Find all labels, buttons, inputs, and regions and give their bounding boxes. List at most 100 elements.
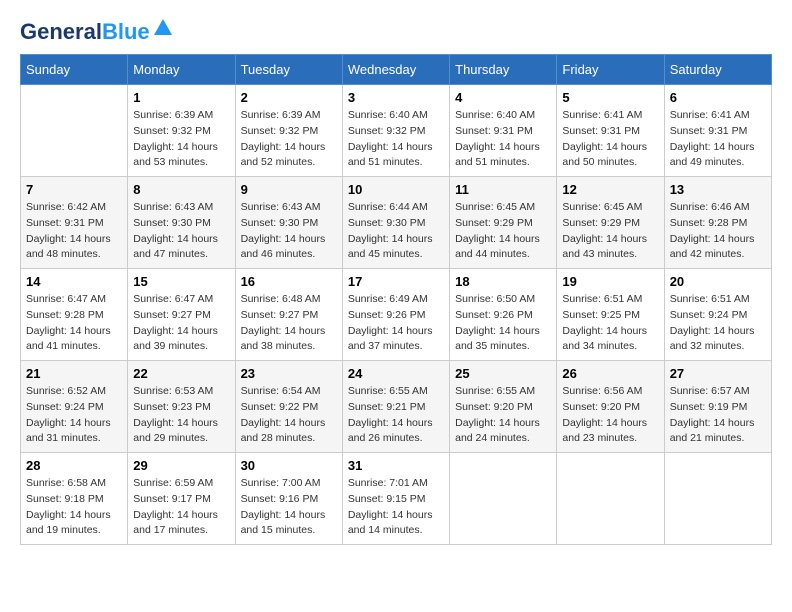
calendar-cell: 3Sunrise: 6:40 AMSunset: 9:32 PMDaylight… [342, 85, 449, 177]
day-info: Sunrise: 6:43 AMSunset: 9:30 PMDaylight:… [241, 200, 337, 263]
calendar-cell: 2Sunrise: 6:39 AMSunset: 9:32 PMDaylight… [235, 85, 342, 177]
header-day: Wednesday [342, 55, 449, 85]
day-number: 29 [133, 458, 229, 473]
logo-icon [152, 17, 174, 39]
day-info: Sunrise: 6:41 AMSunset: 9:31 PMDaylight:… [670, 108, 766, 171]
day-number: 23 [241, 366, 337, 381]
day-info: Sunrise: 6:49 AMSunset: 9:26 PMDaylight:… [348, 292, 444, 355]
day-info: Sunrise: 6:46 AMSunset: 9:28 PMDaylight:… [670, 200, 766, 263]
calendar-cell: 15 Sunrise: 6:47 AMSunset: 9:27 PMDayligh… [128, 269, 235, 361]
day-info: Sunrise: 7:00 AMSunset: 9:16 PMDaylight:… [241, 476, 337, 539]
calendar-cell: 4 Sunrise: 6:40 AMSunset: 9:31 PMDaylight… [450, 85, 557, 177]
logo-text: GeneralBlue [20, 20, 150, 44]
day-info: Sunrise: 6:48 AMSunset: 9:27 PMDaylight:… [241, 292, 337, 355]
day-info: Sunrise: 6:47 AMSunset: 9:28 PMDaylight:… [26, 292, 122, 355]
calendar-cell: 11Sunrise: 6:45 AMSunset: 9:29 PMDayligh… [450, 177, 557, 269]
day-info: Sunrise: 6:44 AMSunset: 9:30 PMDaylight:… [348, 200, 444, 263]
header-day: Tuesday [235, 55, 342, 85]
day-info: Sunrise: 6:59 AMSunset: 9:17 PMDaylight:… [133, 476, 229, 539]
day-number: 10 [348, 182, 444, 197]
day-number: 19 [562, 274, 658, 289]
calendar-cell: 13 Sunrise: 6:46 AMSunset: 9:28 PMDayligh… [664, 177, 771, 269]
day-info: Sunrise: 6:40 AMSunset: 9:31 PMDaylight:… [455, 108, 551, 171]
calendar-cell: 20 Sunrise: 6:51 AMSunset: 9:24 PMDayligh… [664, 269, 771, 361]
day-info: Sunrise: 6:43 AMSunset: 9:30 PMDaylight:… [133, 200, 229, 263]
day-number: 7 [26, 182, 122, 197]
day-number: 6 [670, 90, 766, 105]
day-info: Sunrise: 6:53 AMSunset: 9:23 PMDaylight:… [133, 384, 229, 447]
calendar-cell: 6 Sunrise: 6:41 AMSunset: 9:31 PMDaylight… [664, 85, 771, 177]
day-number: 13 [670, 182, 766, 197]
day-info: Sunrise: 6:42 AMSunset: 9:31 PMDaylight:… [26, 200, 122, 263]
day-number: 28 [26, 458, 122, 473]
day-info: Sunrise: 7:01 AMSunset: 9:15 PMDaylight:… [348, 476, 444, 539]
calendar-cell: 24Sunrise: 6:55 AMSunset: 9:21 PMDayligh… [342, 361, 449, 453]
calendar-cell [21, 85, 128, 177]
day-number: 11 [455, 182, 551, 197]
calendar-week-row: 28 Sunrise: 6:58 AMSunset: 9:18 PMDayligh… [21, 453, 772, 545]
calendar-cell: 14 Sunrise: 6:47 AMSunset: 9:28 PMDayligh… [21, 269, 128, 361]
page-header: GeneralBlue [20, 20, 772, 44]
calendar-cell: 30 Sunrise: 7:00 AMSunset: 9:16 PMDayligh… [235, 453, 342, 545]
day-number: 21 [26, 366, 122, 381]
day-number: 4 [455, 90, 551, 105]
day-info: Sunrise: 6:51 AMSunset: 9:25 PMDaylight:… [562, 292, 658, 355]
day-info: Sunrise: 6:52 AMSunset: 9:24 PMDaylight:… [26, 384, 122, 447]
day-number: 9 [241, 182, 337, 197]
day-info: Sunrise: 6:45 AMSunset: 9:29 PMDaylight:… [562, 200, 658, 263]
day-info: Sunrise: 6:55 AMSunset: 9:21 PMDaylight:… [348, 384, 444, 447]
header-day: Thursday [450, 55, 557, 85]
calendar-cell: 17 Sunrise: 6:49 AMSunset: 9:26 PMDayligh… [342, 269, 449, 361]
calendar-cell: 12 Sunrise: 6:45 AMSunset: 9:29 PMDayligh… [557, 177, 664, 269]
day-info: Sunrise: 6:39 AMSunset: 9:32 PMDaylight:… [133, 108, 229, 171]
day-number: 25 [455, 366, 551, 381]
header-day: Saturday [664, 55, 771, 85]
day-info: Sunrise: 6:54 AMSunset: 9:22 PMDaylight:… [241, 384, 337, 447]
day-number: 27 [670, 366, 766, 381]
day-number: 17 [348, 274, 444, 289]
calendar-week-row: 14 Sunrise: 6:47 AMSunset: 9:28 PMDayligh… [21, 269, 772, 361]
calendar-cell [557, 453, 664, 545]
day-number: 20 [670, 274, 766, 289]
calendar-cell: 23 Sunrise: 6:54 AMSunset: 9:22 PMDayligh… [235, 361, 342, 453]
calendar-cell: 1 Sunrise: 6:39 AMSunset: 9:32 PMDaylight… [128, 85, 235, 177]
day-number: 30 [241, 458, 337, 473]
calendar-cell: 18Sunrise: 6:50 AMSunset: 9:26 PMDayligh… [450, 269, 557, 361]
calendar-cell: 27Sunrise: 6:57 AMSunset: 9:19 PMDayligh… [664, 361, 771, 453]
calendar-cell: 5Sunrise: 6:41 AMSunset: 9:31 PMDaylight… [557, 85, 664, 177]
day-info: Sunrise: 6:51 AMSunset: 9:24 PMDaylight:… [670, 292, 766, 355]
header-day: Sunday [21, 55, 128, 85]
header-row: SundayMondayTuesdayWednesdayThursdayFrid… [21, 55, 772, 85]
calendar-week-row: 1 Sunrise: 6:39 AMSunset: 9:32 PMDaylight… [21, 85, 772, 177]
day-number: 3 [348, 90, 444, 105]
day-info: Sunrise: 6:41 AMSunset: 9:31 PMDaylight:… [562, 108, 658, 171]
day-info: Sunrise: 6:39 AMSunset: 9:32 PMDaylight:… [241, 108, 337, 171]
day-number: 16 [241, 274, 337, 289]
day-number: 18 [455, 274, 551, 289]
day-info: Sunrise: 6:58 AMSunset: 9:18 PMDaylight:… [26, 476, 122, 539]
day-number: 12 [562, 182, 658, 197]
calendar-cell: 16 Sunrise: 6:48 AMSunset: 9:27 PMDayligh… [235, 269, 342, 361]
calendar-cell: 8 Sunrise: 6:43 AMSunset: 9:30 PMDaylight… [128, 177, 235, 269]
calendar-week-row: 7 Sunrise: 6:42 AMSunset: 9:31 PMDaylight… [21, 177, 772, 269]
calendar-cell: 7 Sunrise: 6:42 AMSunset: 9:31 PMDaylight… [21, 177, 128, 269]
calendar-cell: 31Sunrise: 7:01 AMSunset: 9:15 PMDayligh… [342, 453, 449, 545]
day-number: 14 [26, 274, 122, 289]
header-day: Friday [557, 55, 664, 85]
calendar-cell: 26Sunrise: 6:56 AMSunset: 9:20 PMDayligh… [557, 361, 664, 453]
calendar-cell: 10 Sunrise: 6:44 AMSunset: 9:30 PMDayligh… [342, 177, 449, 269]
day-number: 15 [133, 274, 229, 289]
calendar-cell: 19 Sunrise: 6:51 AMSunset: 9:25 PMDayligh… [557, 269, 664, 361]
day-number: 8 [133, 182, 229, 197]
calendar-cell: 21 Sunrise: 6:52 AMSunset: 9:24 PMDayligh… [21, 361, 128, 453]
calendar-cell: 28 Sunrise: 6:58 AMSunset: 9:18 PMDayligh… [21, 453, 128, 545]
calendar-table: SundayMondayTuesdayWednesdayThursdayFrid… [20, 54, 772, 545]
calendar-week-row: 21 Sunrise: 6:52 AMSunset: 9:24 PMDayligh… [21, 361, 772, 453]
day-info: Sunrise: 6:56 AMSunset: 9:20 PMDaylight:… [562, 384, 658, 447]
calendar-cell: 25Sunrise: 6:55 AMSunset: 9:20 PMDayligh… [450, 361, 557, 453]
day-info: Sunrise: 6:47 AMSunset: 9:27 PMDaylight:… [133, 292, 229, 355]
day-number: 22 [133, 366, 229, 381]
calendar-cell: 29 Sunrise: 6:59 AMSunset: 9:17 PMDayligh… [128, 453, 235, 545]
day-number: 1 [133, 90, 229, 105]
calendar-cell: 22 Sunrise: 6:53 AMSunset: 9:23 PMDayligh… [128, 361, 235, 453]
